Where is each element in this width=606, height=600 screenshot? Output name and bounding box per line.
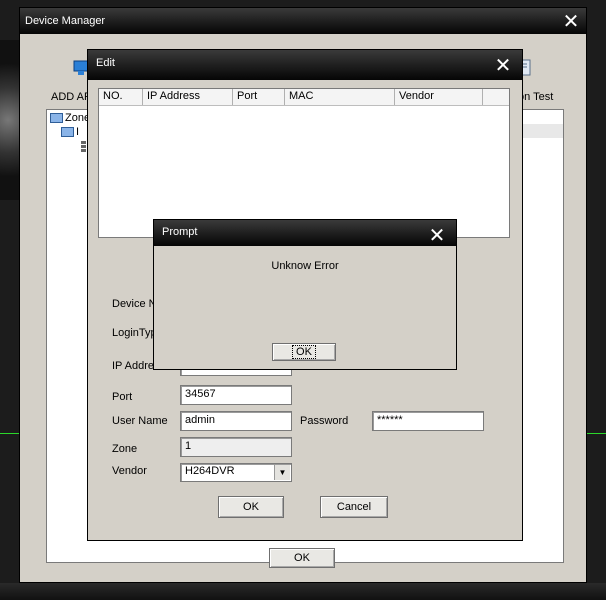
prompt-title: Prompt xyxy=(162,226,198,238)
tree-child-zone[interactable]: I xyxy=(61,126,79,138)
green-grid-line-left xyxy=(0,433,20,434)
port-label: Port xyxy=(112,391,133,403)
zone-input[interactable]: 1 xyxy=(180,437,292,457)
edit-ok-label: OK xyxy=(243,501,259,513)
column-header-spacer xyxy=(483,89,509,105)
password-label: Password xyxy=(300,415,349,427)
column-header-no[interactable]: NO. xyxy=(99,89,143,105)
prompt-close-icon[interactable]: ✕ xyxy=(426,224,448,246)
column-header-mac[interactable]: MAC xyxy=(285,89,395,105)
device-manager-close-icon[interactable]: ✕ xyxy=(560,10,582,32)
prompt-body: Unknow Error OK xyxy=(154,246,456,369)
edit-close-icon[interactable]: ✕ xyxy=(492,54,514,76)
green-grid-line-right xyxy=(586,433,606,434)
vendor-select-value: H264DVR xyxy=(185,465,235,477)
prompt-dialog: Prompt ✕ Unknow Error OK xyxy=(153,219,457,370)
edit-title: Edit xyxy=(96,57,115,69)
desktop-bottom-strip xyxy=(0,583,606,600)
zone-label: Zone xyxy=(112,443,138,455)
zone-folder-icon xyxy=(50,113,63,123)
connection-test-label: on Test xyxy=(518,91,554,103)
user-name-label: User Name xyxy=(112,415,168,427)
edit-cancel-label: Cancel xyxy=(336,501,372,513)
tree-child-label: I xyxy=(76,126,80,138)
add-area-label: ADD AR xyxy=(51,91,92,103)
port-input[interactable]: 34567 xyxy=(180,385,292,405)
prompt-ok-label: OK xyxy=(292,345,316,359)
column-header-port[interactable]: Port xyxy=(233,89,285,105)
edit-titlebar[interactable]: Edit ✕ xyxy=(88,50,522,80)
device-list[interactable]: NO. IP Address Port MAC Vendor xyxy=(98,88,510,238)
edit-cancel-button[interactable]: Cancel xyxy=(320,496,388,518)
vendor-label: Vendor xyxy=(112,465,147,477)
column-header-ip-address[interactable]: IP Address xyxy=(143,89,233,105)
device-manager-titlebar[interactable]: Device Manager ✕ xyxy=(20,8,586,34)
password-input[interactable]: ****** xyxy=(372,411,484,431)
column-header-vendor[interactable]: Vendor xyxy=(395,89,483,105)
edit-ok-button[interactable]: OK xyxy=(218,496,284,518)
chevron-down-icon[interactable]: ▼ xyxy=(274,465,290,480)
desktop-background-left xyxy=(0,40,20,200)
tree-root-zone[interactable]: Zone xyxy=(50,112,90,124)
device-list-header: NO. IP Address Port MAC Vendor xyxy=(99,89,509,106)
zone-folder-icon xyxy=(61,127,74,137)
device-manager-ok-label: OK xyxy=(294,552,310,564)
device-manager-title: Device Manager xyxy=(25,15,106,27)
prompt-titlebar[interactable]: Prompt ✕ xyxy=(154,220,456,246)
device-manager-ok-button[interactable]: OK xyxy=(269,548,335,568)
prompt-message: Unknow Error xyxy=(271,260,339,272)
vendor-select[interactable]: H264DVR ▼ xyxy=(180,463,292,482)
user-name-input[interactable]: admin xyxy=(180,411,292,431)
prompt-ok-button[interactable]: OK xyxy=(272,343,336,361)
